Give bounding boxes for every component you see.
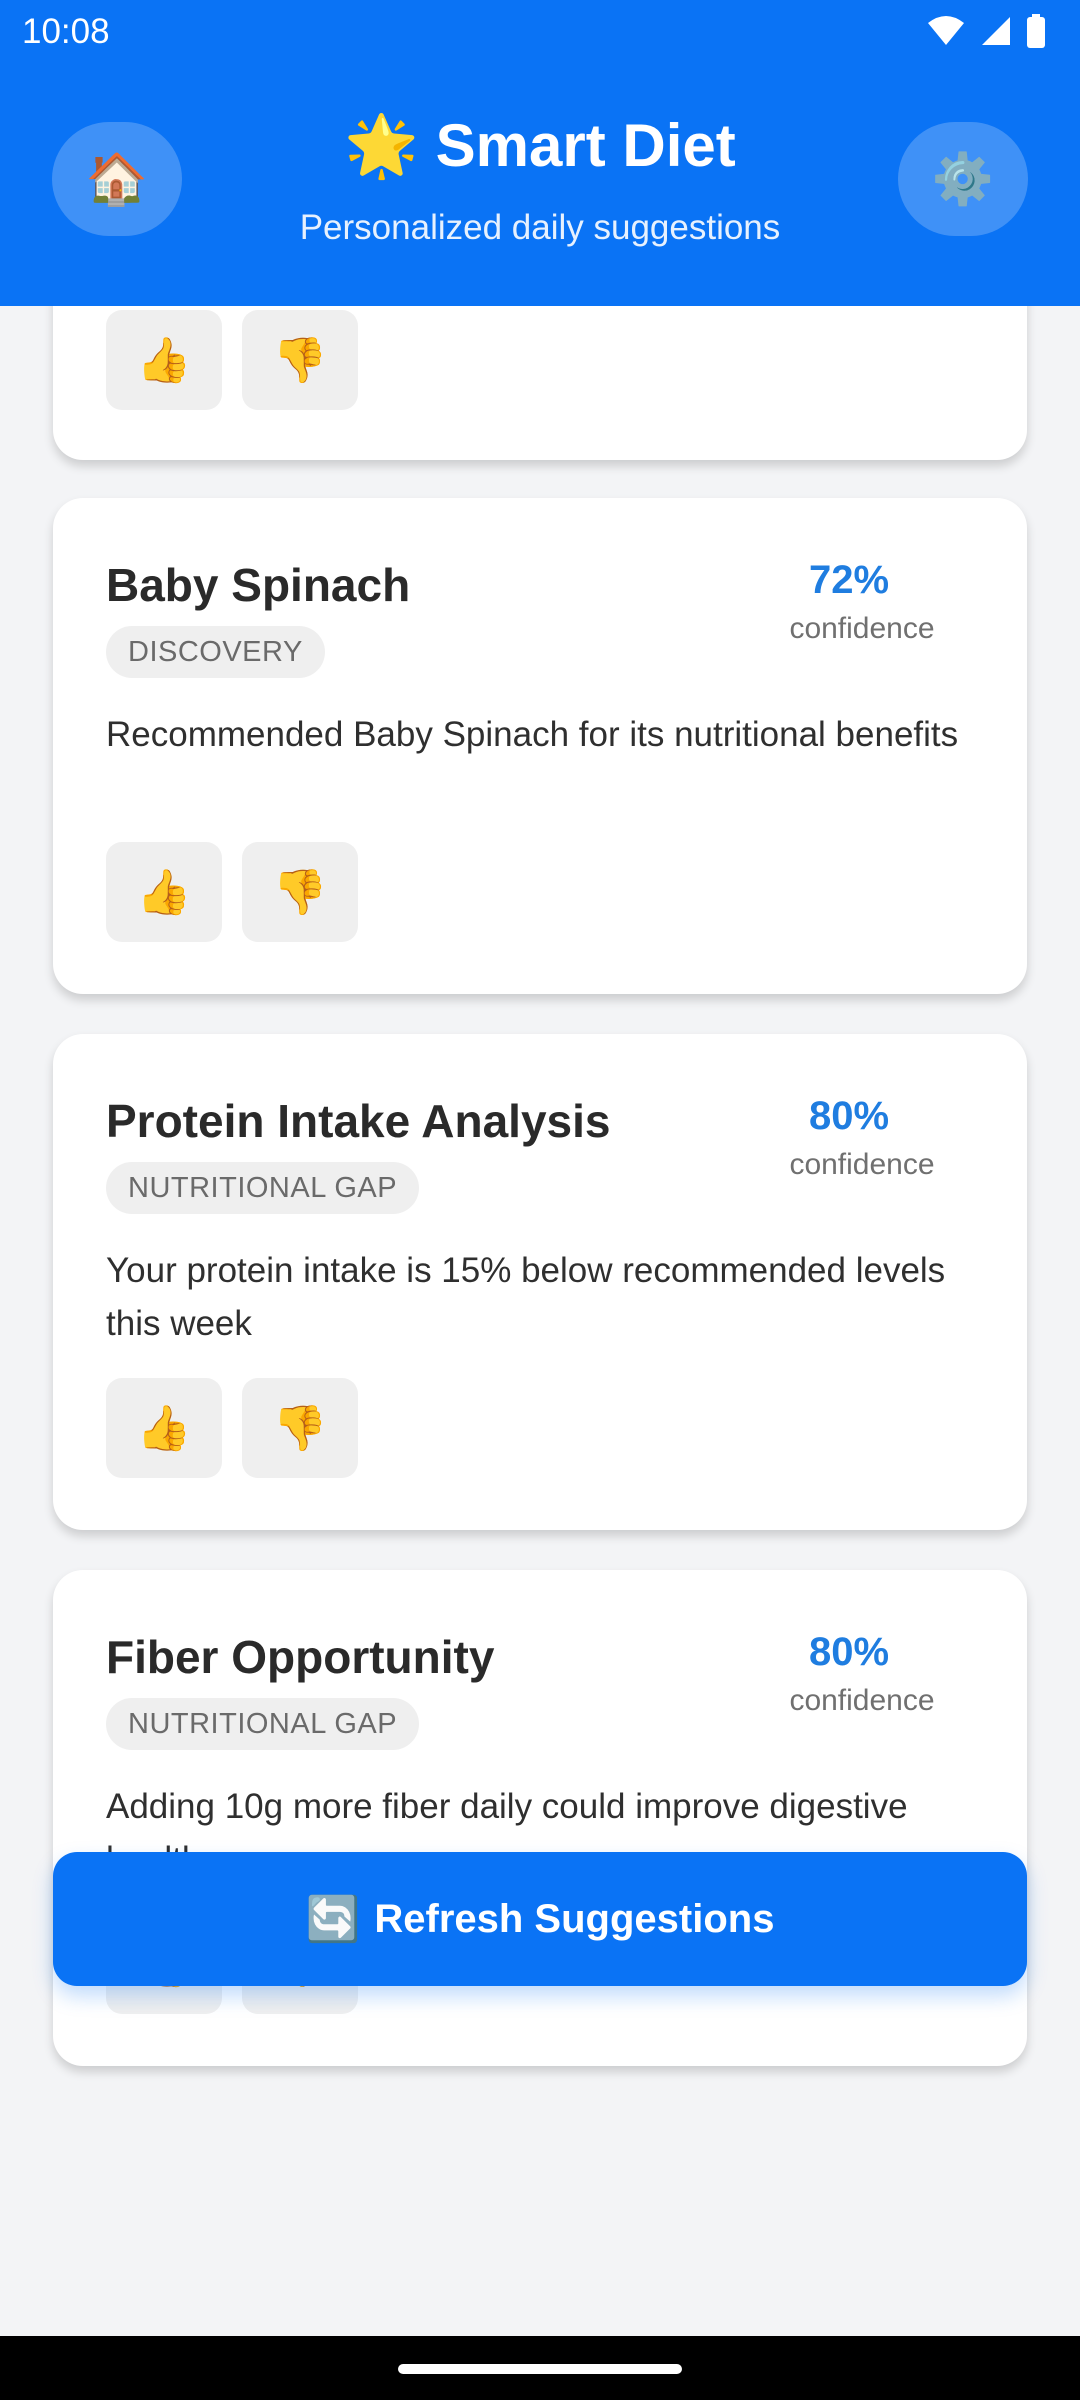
- category-badge: DISCOVERY: [106, 626, 325, 678]
- refresh-suggestions-button[interactable]: 🔄 Refresh Suggestions: [53, 1852, 1027, 1986]
- suggestion-title: Fiber Opportunity: [106, 1631, 495, 1683]
- thumbs-up-button[interactable]: 👍: [106, 1378, 222, 1478]
- thumbs-up-icon: 👍: [136, 1403, 192, 1454]
- category-badge: NUTRITIONAL GAP: [106, 1162, 420, 1214]
- signal-icon: [982, 17, 1010, 45]
- suggestion-title: Baby Spinach: [106, 559, 411, 611]
- star-icon: 🌟: [344, 111, 419, 181]
- system-nav-bar: [0, 2336, 1080, 2400]
- confidence-label: confidence: [789, 612, 935, 645]
- thumbs-up-button[interactable]: 👍: [106, 842, 222, 942]
- status-time: 10:08: [22, 12, 110, 51]
- battery-icon: [1027, 14, 1045, 48]
- confidence-label: confidence: [789, 1148, 935, 1181]
- page-title-text: Smart Diet: [435, 112, 736, 179]
- thumbs-up-button[interactable]: 👍: [106, 310, 222, 410]
- thumbs-down-icon: 👎: [272, 335, 328, 386]
- confidence-value: 72%: [808, 558, 890, 602]
- thumbs-down-button[interactable]: 👎: [242, 1378, 358, 1478]
- suggestion-card: Fiber Opportunity NUTRITIONAL GAP 80% co…: [53, 1570, 1027, 2066]
- confidence-value: 80%: [808, 1094, 890, 1138]
- thumbs-down-button[interactable]: 👎: [242, 842, 358, 942]
- thumbs-up-icon: 👍: [136, 335, 192, 386]
- confidence-label: confidence: [789, 1684, 935, 1717]
- suggestion-description: Recommended Baby Spinach for its nutriti…: [106, 715, 959, 754]
- home-indicator[interactable]: [398, 2364, 682, 2374]
- suggestion-card: 👍 👎: [53, 306, 1027, 460]
- thumbs-down-icon: 👎: [272, 867, 328, 918]
- suggestion-card: Protein Intake Analysis NUTRITIONAL GAP …: [53, 1034, 1027, 1530]
- refresh-label: Refresh Suggestions: [374, 1896, 775, 1941]
- category-badge: NUTRITIONAL GAP: [106, 1698, 420, 1750]
- thumbs-down-button[interactable]: 👎: [242, 310, 358, 410]
- refresh-icon: 🔄: [305, 1894, 361, 1945]
- wifi-icon: [928, 16, 964, 45]
- thumbs-down-icon: 👎: [272, 1403, 328, 1454]
- suggestion-description: Your protein intake is 15% below recomme…: [106, 1251, 946, 1343]
- suggestions-list[interactable]: 👍 👎 Baby Spinach DISCOVERY 72% confidenc…: [0, 306, 1080, 2336]
- app-header: 10:08 🏠 🌟 Smart Diet Personalized daily …: [0, 0, 1080, 306]
- suggestion-title: Protein Intake Analysis: [106, 1095, 611, 1147]
- gear-icon: ⚙️: [931, 149, 995, 208]
- thumbs-up-icon: 👍: [136, 867, 192, 918]
- suggestion-card: Baby Spinach DISCOVERY 72% confidence Re…: [53, 498, 1027, 994]
- settings-button[interactable]: ⚙️: [898, 122, 1028, 236]
- status-icons: [926, 14, 1046, 48]
- confidence-value: 80%: [808, 1630, 890, 1674]
